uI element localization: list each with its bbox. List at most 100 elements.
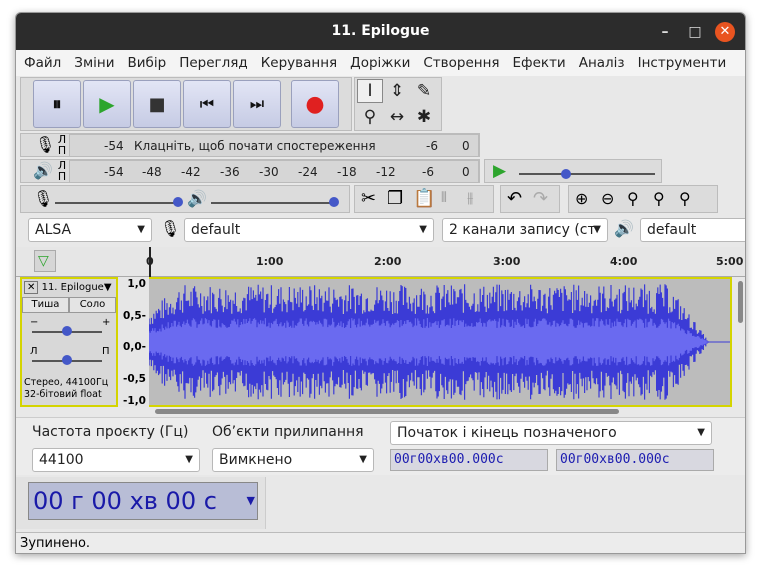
record-button[interactable]: ● bbox=[291, 80, 339, 128]
silence-icon[interactable]: ⫵ bbox=[467, 190, 473, 206]
selection-end-time[interactable]: 00г00хв00.000с bbox=[556, 449, 714, 471]
status-bar: Зупинено. bbox=[16, 532, 745, 553]
menu-select[interactable]: Вибір bbox=[120, 50, 172, 76]
record-meter[interactable]: -54 Клацніть, щоб почати спостереження -… bbox=[69, 134, 479, 157]
skip-end-button[interactable]: ⏭ bbox=[233, 80, 281, 128]
host-select[interactable]: ALSA ▼ bbox=[28, 218, 152, 242]
vertical-scrollbar[interactable] bbox=[734, 277, 745, 407]
slider-thumb-icon[interactable] bbox=[62, 355, 72, 365]
microphone-icon: 🎙 bbox=[33, 189, 54, 208]
envelope-tool[interactable]: ⇕ bbox=[384, 79, 410, 103]
title-bar: 11. Epilogue – □ ✕ bbox=[16, 13, 745, 50]
pan-right-label: П bbox=[102, 346, 110, 357]
play-at-speed-toolbar: ▶ bbox=[484, 159, 662, 183]
menu-transport[interactable]: Керування bbox=[253, 50, 342, 76]
meter-tick: -24 bbox=[298, 165, 318, 179]
maximize-button[interactable]: □ bbox=[685, 22, 705, 42]
meter-tick: -42 bbox=[181, 165, 201, 179]
play-meter-toolbar: 🔊 Л П -54 -48 -42 -36 -30 -24 -18 -12 -6… bbox=[20, 159, 480, 183]
close-button[interactable]: ✕ bbox=[715, 22, 735, 42]
y-tick: 0,5- bbox=[123, 310, 146, 322]
slider-thumb-icon[interactable] bbox=[173, 197, 183, 207]
cut-icon[interactable]: ✂ bbox=[361, 188, 376, 209]
timeline-ruler[interactable]: ▽ 0 1:00 2:00 3:00 4:00 5:00 bbox=[16, 247, 745, 277]
mute-button[interactable]: Тиша bbox=[22, 297, 69, 313]
meter-tick: -54 bbox=[104, 139, 124, 153]
zoom-in-icon[interactable]: ⊕ bbox=[575, 189, 588, 208]
zoom-toggle-icon[interactable]: ⚲ bbox=[679, 189, 691, 208]
play-at-speed-icon[interactable]: ▶ bbox=[493, 161, 506, 181]
channels-value: 2 канали запису (ст bbox=[449, 222, 596, 238]
copy-icon[interactable]: ❐ bbox=[387, 188, 403, 209]
zoom-out-icon[interactable]: ⊖ bbox=[601, 189, 614, 208]
menu-tools[interactable]: Інструменти bbox=[630, 50, 732, 76]
vertical-ruler[interactable]: 1,0 0,5- 0,0- -0,5 -1,0 bbox=[118, 277, 149, 407]
mixer-toolbar: 🎙 🔊 bbox=[20, 185, 350, 213]
pause-button[interactable]: ⏸ bbox=[33, 80, 81, 128]
meter-tick: 0 bbox=[462, 165, 470, 179]
menu-analyze[interactable]: Аналіз bbox=[571, 50, 630, 76]
waveform-area[interactable] bbox=[149, 277, 732, 407]
menu-effect[interactable]: Ефекти bbox=[505, 50, 571, 76]
fit-project-icon[interactable]: ⚲ bbox=[653, 189, 665, 208]
selection-start-time[interactable]: 00г00хв00.000с bbox=[390, 449, 548, 471]
slider-thumb-icon[interactable] bbox=[561, 169, 571, 179]
snap-to-select[interactable]: Вимкнено ▼ bbox=[212, 448, 374, 472]
horizontal-scrollbar[interactable] bbox=[149, 407, 732, 415]
edit-toolbar: ✂ ❐ 📋 ⫴ ⫵ bbox=[354, 185, 494, 213]
paste-icon[interactable]: 📋 bbox=[413, 188, 435, 209]
track-name-menu[interactable]: 11. Epilogue bbox=[42, 282, 104, 293]
play-button[interactable]: ▶ bbox=[83, 80, 131, 128]
stop-button[interactable]: ■ bbox=[133, 80, 181, 128]
microphone-icon: 🎙 bbox=[160, 219, 181, 238]
channels-select[interactable]: 2 канали запису (ст ▼ bbox=[442, 218, 608, 242]
skip-start-button[interactable]: ⏮ bbox=[183, 80, 231, 128]
multi-tool[interactable]: ✱ bbox=[411, 105, 437, 129]
recording-device-select[interactable]: default ▼ bbox=[184, 218, 434, 242]
solo-button[interactable]: Соло bbox=[69, 297, 116, 313]
playback-meter[interactable]: -54 -48 -42 -36 -30 -24 -18 -12 -6 0 bbox=[69, 160, 479, 183]
record-volume-slider[interactable] bbox=[55, 202, 179, 204]
playback-volume-slider[interactable] bbox=[211, 202, 335, 204]
chevron-down-icon: ▼ bbox=[103, 282, 112, 293]
speed-slider[interactable] bbox=[519, 173, 655, 175]
timeline-options-button[interactable]: ▽ bbox=[34, 250, 56, 272]
selection-tool[interactable]: I bbox=[357, 79, 383, 103]
meter-tick: -36 bbox=[220, 165, 240, 179]
app-window: 11. Epilogue – □ ✕ Файл Зміни Вибір Перегля… bbox=[15, 12, 746, 554]
window-title: 11. Epilogue bbox=[331, 23, 430, 39]
speaker-icon: 🔊 bbox=[187, 189, 207, 208]
pan-left-label: Л bbox=[30, 346, 38, 357]
zoom-tool[interactable]: ⚲ bbox=[357, 105, 383, 129]
selection-mode-select[interactable]: Початок і кінець позначеного ▼ bbox=[390, 421, 712, 445]
draw-tool[interactable]: ✎ bbox=[411, 79, 437, 103]
project-rate-label: Частота проєкту (Гц) bbox=[32, 424, 189, 440]
close-track-icon[interactable]: ✕ bbox=[24, 281, 39, 294]
slider-thumb-icon[interactable] bbox=[62, 326, 72, 336]
undo-icon[interactable]: ↶ bbox=[507, 188, 522, 209]
time-shift-tool[interactable]: ↔ bbox=[384, 105, 410, 129]
playback-device-select[interactable]: default bbox=[640, 218, 745, 242]
ruler-tick: 5:00 bbox=[716, 255, 744, 268]
envelope-icon: ⇕ bbox=[389, 81, 405, 101]
arrows-horizontal-icon: ↔ bbox=[389, 107, 405, 127]
triangle-down-icon: ▽ bbox=[38, 253, 49, 269]
redo-icon[interactable]: ↷ bbox=[533, 188, 548, 209]
menu-tracks[interactable]: Доріжки bbox=[342, 50, 415, 76]
project-rate-input[interactable]: 44100 ▼ bbox=[32, 448, 200, 472]
menu-generate[interactable]: Створення bbox=[415, 50, 504, 76]
scrollbar-thumb[interactable] bbox=[155, 409, 619, 414]
menu-view[interactable]: Перегляд bbox=[171, 50, 253, 76]
menu-bar: Файл Зміни Вибір Перегляд Керування Доріжки Ст… bbox=[16, 50, 745, 76]
pencil-icon: ✎ bbox=[416, 81, 432, 101]
audio-position-clock[interactable]: 00 г 00 хв 00 с ▼ bbox=[28, 482, 258, 520]
trim-icon[interactable]: ⫴ bbox=[441, 190, 447, 206]
menu-file[interactable]: Файл bbox=[16, 50, 66, 76]
menu-edit[interactable]: Зміни bbox=[66, 50, 119, 76]
scrollbar-thumb[interactable] bbox=[738, 281, 743, 323]
skip-start-icon: ⏮ bbox=[199, 94, 215, 113]
fit-selection-icon[interactable]: ⚲ bbox=[627, 189, 639, 208]
minimize-button[interactable]: – bbox=[655, 22, 675, 42]
track-control-panel[interactable]: ✕ 11. Epilogue▼ Тиша Соло − + Л П Стерео… bbox=[20, 277, 118, 407]
slider-thumb-icon[interactable] bbox=[329, 197, 339, 207]
